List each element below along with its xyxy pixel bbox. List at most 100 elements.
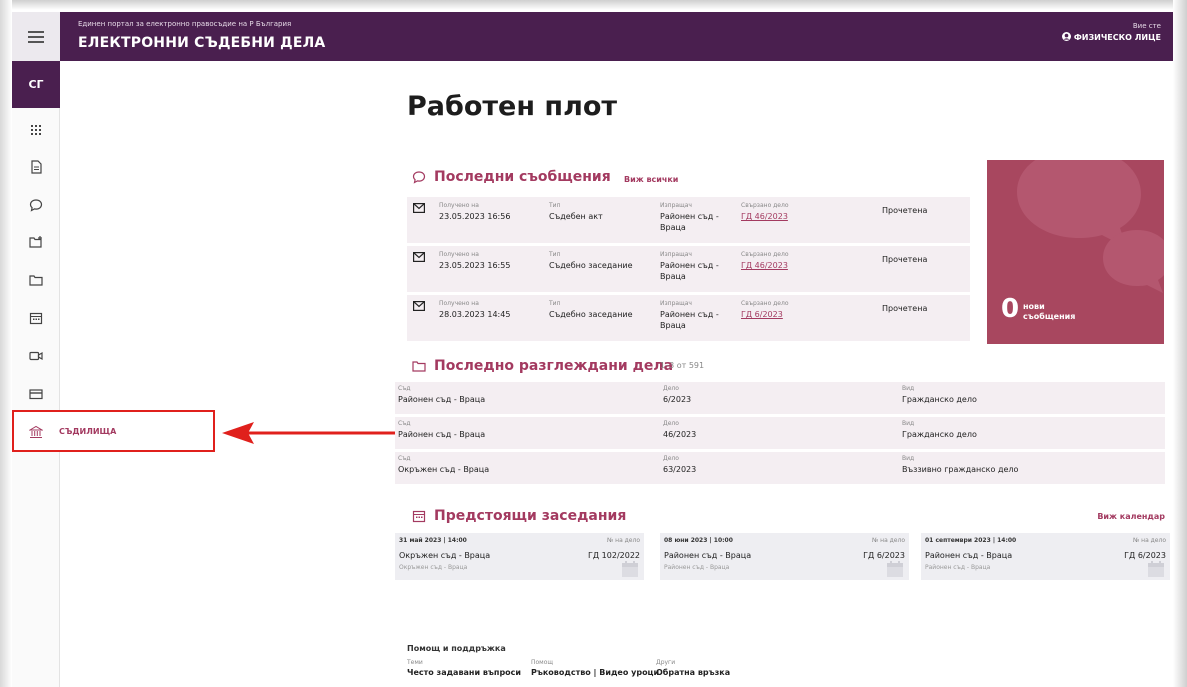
user-icon — [1062, 32, 1072, 41]
message-type-label: Тип — [549, 300, 561, 307]
message-sender-cell: Изпращач Районен съд - Враца — [660, 300, 722, 331]
footer-col-label: Помощ — [531, 659, 554, 666]
message-case-label: Свързано дело — [741, 300, 789, 307]
case-court-cell: Съд Районен съд - Враца — [398, 420, 485, 440]
credit-card-icon — [29, 389, 43, 400]
message-status: Прочетена — [882, 206, 928, 215]
hearing-card[interactable]: 31 май 2023 | 14:00 № на дело Окръжен съд … — [395, 533, 644, 580]
message-type: Съдебно заседание — [549, 261, 633, 270]
folder-plus-icon — [29, 236, 42, 248]
window-shadow-top — [0, 0, 1187, 10]
cases-title-text: Последно разглеждани дела — [434, 358, 674, 374]
footer-col-label: Теми — [407, 659, 423, 666]
sidebar-item-dashboard[interactable] — [29, 122, 43, 136]
hearing-card[interactable]: 08 юни 2023 | 10:00 № на дело Районен съд … — [660, 533, 909, 580]
user-label: Вие сте — [1132, 22, 1161, 30]
portal-subtitle: Единен портал за електронно правосъдие н… — [78, 20, 292, 28]
page-title: Работен плот — [407, 91, 618, 122]
message-case[interactable]: ГД 46/2023 — [741, 211, 821, 222]
hearing-card[interactable]: 01 септември 2023 | 14:00 № на дело Районе… — [921, 533, 1170, 580]
hearing-court: Районен съд - Враца — [664, 551, 752, 560]
message-received-cell: Получено на 23.05.2023 16:56 — [439, 202, 529, 222]
message-type-cell: Тип Съдебно заседание — [549, 300, 649, 320]
case-court-label: Съд — [398, 385, 411, 392]
folder-icon — [29, 275, 43, 286]
case-case: 63/2023 — [663, 465, 697, 474]
faq-link[interactable]: Често задавани въпроси — [407, 668, 521, 677]
guide-video-links[interactable]: Ръководство | Видео уроци — [531, 668, 659, 677]
sidebar-item-new-case[interactable] — [29, 234, 43, 248]
calendar-icon — [412, 510, 426, 523]
avatar[interactable]: СГ — [12, 61, 60, 108]
hearing-court-sub: Окръжен съд - Враца — [399, 564, 468, 571]
hearing-case-no-label: № на дело — [872, 537, 905, 544]
sidebar-item-courts-label: СЪДИЛИЩА — [59, 427, 117, 436]
case-case-label: Дело — [663, 455, 679, 462]
hearing-court-sub: Районен съд - Враца — [925, 564, 991, 571]
case-case: 46/2023 — [663, 430, 697, 439]
case-case: 6/2023 — [663, 395, 692, 404]
message-sender-label: Изпращач — [660, 251, 692, 258]
message-received-label: Получено на — [439, 251, 479, 258]
message-case-cell[interactable]: Свързано дело ГД 6/2023 — [741, 300, 821, 320]
message-case-cell[interactable]: Свързано дело ГД 46/2023 — [741, 251, 821, 271]
sidebar-item-documents[interactable] — [29, 159, 43, 174]
message-row[interactable]: Получено на 23.05.2023 16:56 Тип Съдебен ак… — [407, 197, 970, 243]
message-row[interactable]: Получено на 23.05.2023 16:55 Тип Съдебно за… — [407, 246, 970, 292]
top-bar: Единен портал за електронно правосъдие н… — [12, 12, 1173, 61]
sidebar-rail — [12, 61, 60, 687]
case-case-cell: Дело 46/2023 — [663, 420, 696, 440]
message-case-cell[interactable]: Свързано дело ГД 46/2023 — [741, 202, 821, 222]
case-court: Районен съд - Враца — [398, 430, 486, 439]
case-kind-label: Вид — [902, 455, 915, 462]
hearing-date: 08 юни 2023 | 10:00 — [664, 537, 733, 544]
message-sender-cell: Изпращач Районен съд - Враца — [660, 251, 722, 282]
screen: Единен портал за електронно правосъдие н… — [0, 0, 1187, 687]
sidebar-item-payments[interactable] — [29, 386, 43, 400]
hearing-case-number: ГД 6/2023 — [1124, 551, 1166, 560]
message-row[interactable]: Получено на 28.03.2023 14:45 Тип Съдебно за… — [407, 295, 970, 341]
feedback-link[interactable]: Обратна връзка — [656, 668, 730, 677]
new-messages-count: 0 — [1001, 294, 1020, 324]
message-type-label: Тип — [549, 202, 561, 209]
message-case[interactable]: ГД 46/2023 — [741, 260, 821, 271]
case-kind: Гражданско дело — [902, 430, 977, 439]
hamburger-icon — [28, 30, 44, 43]
message-sender-label: Изпращач — [660, 300, 692, 307]
view-all-messages-link[interactable]: Виж всички — [624, 175, 678, 184]
case-row[interactable]: Съд Районен съд - Враца Дело 46/2023 Вид Граж… — [395, 417, 1165, 449]
hearing-case-no-label: № на дело — [607, 537, 640, 544]
hearing-court-sub: Районен съд - Враца — [664, 564, 730, 571]
menu-toggle-button[interactable] — [12, 12, 60, 61]
chat-bubble-icon — [29, 199, 43, 212]
envelope-icon — [413, 301, 425, 311]
sidebar-item-messages[interactable] — [29, 197, 43, 212]
message-type: Съдебно заседание — [549, 310, 633, 319]
view-calendar-link[interactable]: Виж календар — [1097, 512, 1165, 521]
folder-icon — [412, 361, 426, 372]
user-menu[interactable]: Вие сте ФИЗИЧЕСКО ЛИЦЕ — [1062, 22, 1161, 42]
case-case-label: Дело — [663, 420, 679, 427]
sidebar-item-courts[interactable]: СЪДИЛИЩА — [12, 410, 215, 452]
footer-col-topics: Теми Често задавани въпроси — [407, 659, 521, 677]
message-received: 28.03.2023 14:45 — [439, 310, 511, 319]
message-case-label: Свързано дело — [741, 251, 789, 258]
calendar-watermark-icon — [1148, 561, 1164, 577]
case-row[interactable]: Съд Окръжен съд - Враца Дело 63/2023 Вид Възз… — [395, 452, 1165, 484]
footer-col-help: Помощ Ръководство | Видео уроци — [531, 659, 659, 677]
video-camera-icon — [29, 351, 43, 361]
app-title[interactable]: ЕЛЕКТРОННИ СЪДЕБНИ ДЕЛА — [78, 35, 325, 51]
message-case[interactable]: ГД 6/2023 — [741, 309, 821, 320]
grid-icon — [31, 125, 41, 135]
hearing-court: Районен съд - Враца — [925, 551, 1013, 560]
calendar-watermark-icon — [887, 561, 903, 577]
sidebar-item-cases[interactable] — [29, 272, 43, 286]
sidebar-item-calendar[interactable] — [29, 310, 43, 325]
case-row[interactable]: Съд Районен съд - Враца Дело 6/2023 Вид Гражд… — [395, 382, 1165, 414]
case-court: Окръжен съд - Враца — [398, 465, 490, 474]
case-kind-cell: Вид Въззивно гражданско дело — [902, 455, 1018, 475]
footer-title: Помощ и поддръжка — [407, 644, 506, 653]
new-messages-card[interactable]: 0 нови съобщения — [987, 160, 1164, 344]
sidebar-item-video[interactable] — [29, 348, 43, 362]
message-received: 23.05.2023 16:55 — [439, 261, 511, 270]
